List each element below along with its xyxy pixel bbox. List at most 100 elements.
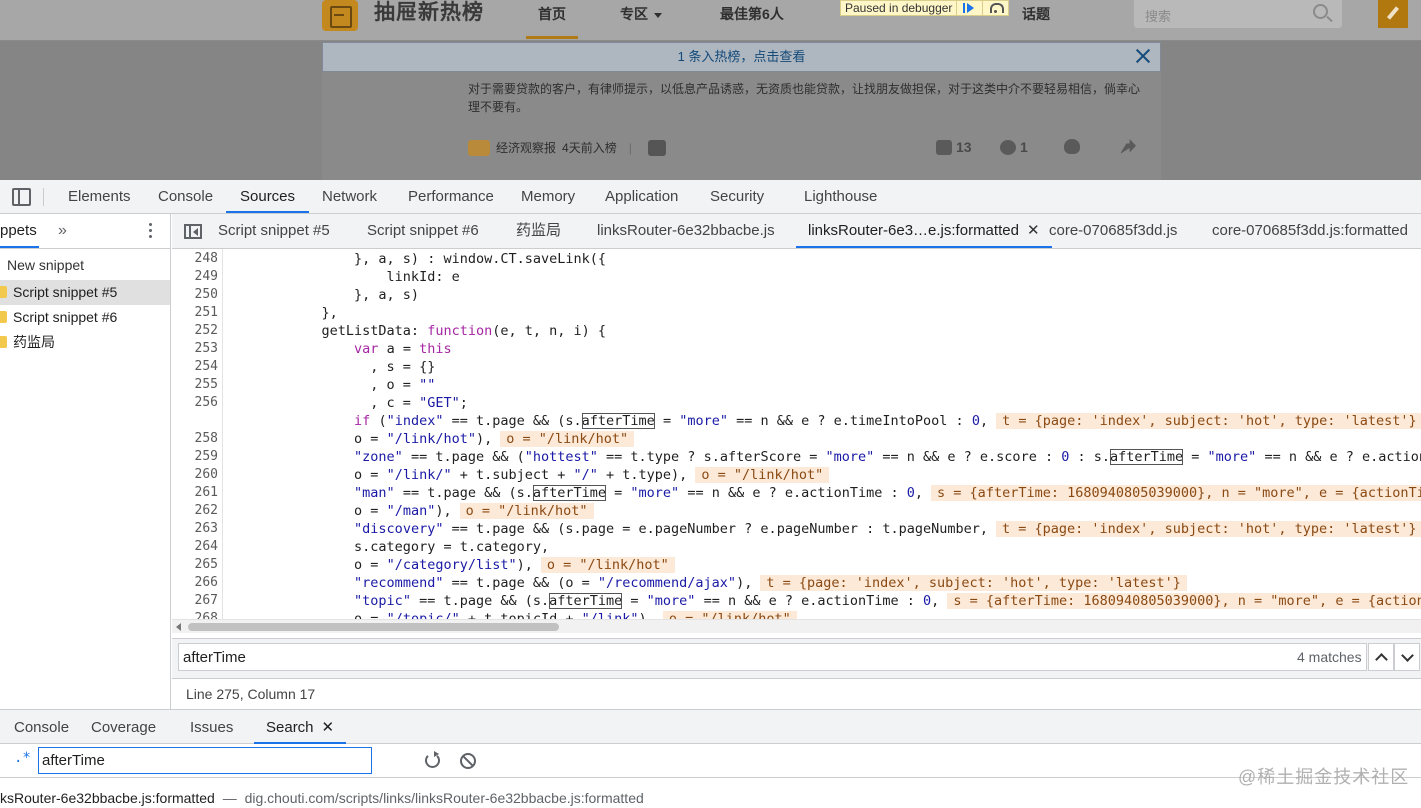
site-search-input[interactable]: 搜索	[1134, 0, 1342, 28]
file-tab[interactable]: linksRouter-6e32bbacbe.js	[597, 214, 775, 248]
line-number[interactable]: 255	[172, 376, 220, 394]
tab-network[interactable]: Network	[322, 180, 377, 213]
line-number[interactable]: 256	[172, 394, 220, 412]
line-number[interactable]: 251	[172, 304, 220, 322]
site-logo-icon[interactable]	[322, 0, 358, 31]
navigator-tab-snippets[interactable]: ppets	[0, 214, 39, 248]
file-tab[interactable]: Script snippet #5	[218, 214, 330, 248]
tab-console[interactable]: Console	[158, 180, 213, 213]
file-tab[interactable]: 药监局	[516, 214, 561, 248]
line-number[interactable]: 265	[172, 556, 220, 574]
line-number[interactable]: 259	[172, 448, 220, 466]
snippet-item[interactable]: Script snippet #6	[0, 305, 170, 330]
step-over-icon[interactable]	[982, 1, 1008, 15]
more-options-icon[interactable]	[149, 223, 152, 239]
site-name[interactable]: 抽屉新热榜	[374, 0, 484, 26]
code-line[interactable]: getListData: function(e, t, n, i) {	[224, 322, 607, 340]
tab-lighthouse[interactable]: Lighthouse	[804, 180, 877, 213]
feed-item-text[interactable]: 对于需要贷款的客户，有律师提示，以低息产品诱惑，无资质也能贷款，让找朋友做担保，…	[468, 80, 1148, 116]
code-view[interactable]: 248 249 250 251 252 253 254 255 256 257 258 259 260 2…	[172, 249, 1421, 619]
code-line[interactable]: , o = ""	[224, 376, 435, 394]
drawer-tab-coverage[interactable]: Coverage	[91, 710, 156, 744]
code-line[interactable]: "zone" == t.page && ("hottest" == t.type…	[224, 448, 1421, 466]
file-tab-active[interactable]: linksRouter-6e3…e.js:formatted ✕	[796, 214, 1052, 248]
line-number[interactable]: 262	[172, 502, 220, 520]
code-line[interactable]: , c = "GET";	[224, 394, 468, 412]
chevron-up-icon[interactable]	[1368, 643, 1394, 671]
regex-toggle[interactable]: .*	[14, 750, 31, 766]
nav-item-best[interactable]: 最佳第6人	[720, 4, 784, 24]
feed-source[interactable]: 经济观察报	[496, 139, 556, 156]
tab-application[interactable]: Application	[605, 180, 678, 213]
find-input[interactable]	[178, 643, 1367, 671]
tab-sources[interactable]: Sources	[226, 180, 310, 213]
comment-button[interactable]: 1	[1000, 139, 1028, 155]
horizontal-scrollbar[interactable]	[172, 619, 1421, 633]
tab-elements[interactable]: Elements	[68, 180, 131, 213]
chevron-down-icon[interactable]	[1394, 643, 1420, 671]
line-number[interactable]: 267	[172, 592, 220, 610]
line-number[interactable]: 248	[172, 250, 220, 268]
tab-memory[interactable]: Memory	[521, 180, 575, 213]
code-line[interactable]: "discovery" == t.page && (s.page = e.pag…	[224, 520, 1421, 538]
drawer-tab-issues[interactable]: Issues	[190, 710, 233, 744]
line-number[interactable]: 254	[172, 358, 220, 376]
code-line[interactable]: var a = this	[224, 340, 452, 358]
file-tab[interactable]: core-070685f3dd.js	[1049, 214, 1177, 248]
close-tab-icon[interactable]: ✕	[1027, 222, 1040, 239]
file-tab[interactable]: Script snippet #6	[367, 214, 479, 248]
file-tab[interactable]: core-070685f3dd.js:formatted	[1212, 214, 1408, 248]
line-number[interactable]: 261	[172, 484, 220, 502]
global-search-input[interactable]	[38, 747, 372, 774]
banner-text[interactable]: 1 条入热榜，点击查看	[678, 49, 806, 64]
line-number[interactable]: 268	[172, 610, 220, 619]
code-line[interactable]: o = "/man"), o = "/link/hot"	[224, 502, 594, 520]
code-line[interactable]: , s = {}	[224, 358, 435, 376]
code-line[interactable]: }, a, s)	[224, 286, 419, 304]
code-line[interactable]: o = "/topic/" + t.topicId + "/link"), o =…	[224, 610, 797, 619]
close-tab-icon[interactable]: ✕	[322, 719, 335, 736]
scroll-left-arrow-icon[interactable]	[176, 623, 181, 631]
code-line[interactable]: o = "/link/hot"), o = "/link/hot"	[224, 430, 635, 448]
drawer-tab-console[interactable]: Console	[14, 710, 69, 744]
device-toolbar-icon[interactable]	[12, 188, 31, 206]
code-line[interactable]: linkId: e	[224, 268, 460, 286]
more-tabs-icon[interactable]: »	[58, 222, 67, 240]
breakpoint-line-number[interactable]: 257	[172, 412, 220, 430]
clear-icon[interactable]	[460, 753, 476, 769]
line-number[interactable]: 266	[172, 574, 220, 592]
code-line[interactable]: o = "/category/list"), o = "/link/hot"	[224, 556, 675, 574]
favorite-button[interactable]	[1064, 139, 1084, 154]
snippet-item[interactable]: Script snippet #5	[0, 280, 170, 305]
line-number[interactable]: 260	[172, 466, 220, 484]
pencil-icon[interactable]	[1378, 0, 1408, 28]
like-button[interactable]: 13	[936, 139, 972, 155]
code-line[interactable]: if ("index" == t.page && (s.afterTime = …	[224, 412, 1421, 430]
tab-performance[interactable]: Performance	[408, 180, 494, 213]
nav-item-home[interactable]: 首页	[538, 4, 566, 24]
code-line[interactable]: "recommend" == t.page && (o = "/recommen…	[224, 574, 1187, 592]
code-line[interactable]: "topic" == t.page && (s.afterTime = "mor…	[224, 592, 1421, 610]
cursor-position[interactable]: Line 275, Column 17	[186, 686, 315, 702]
nav-item-topic[interactable]: 话题	[1022, 4, 1050, 24]
line-number[interactable]: 258	[172, 430, 220, 448]
drawer-tab-search[interactable]: Search ✕	[254, 710, 347, 744]
line-number[interactable]: 249	[172, 268, 220, 286]
resume-icon[interactable]	[956, 1, 982, 15]
refresh-icon[interactable]	[425, 751, 440, 768]
new-snippet-button[interactable]: New snippet	[0, 249, 170, 280]
line-number[interactable]: 250	[172, 286, 220, 304]
line-number[interactable]: 263	[172, 520, 220, 538]
new-hot-banner[interactable]: 1 条入热榜，点击查看	[322, 42, 1161, 72]
search-icon[interactable]	[1313, 4, 1328, 19]
tag-icon[interactable]	[647, 139, 666, 156]
code-line[interactable]: o = "/link/" + t.subject + "/" + t.type)…	[224, 466, 830, 484]
toggle-navigator-icon[interactable]	[184, 224, 202, 239]
code-line[interactable]: "man" == t.page && (s.afterTime = "more"…	[224, 484, 1421, 502]
code-lines[interactable]: }, a, s) : window.CT.saveLink({ linkId: …	[224, 249, 1421, 619]
snippet-item[interactable]: 药监局	[0, 330, 170, 355]
search-result-file[interactable]: ksRouter-6e32bbacbe.js:formatted — dig.c…	[0, 778, 1421, 808]
tab-security[interactable]: Security	[710, 180, 764, 213]
close-icon[interactable]	[1133, 46, 1153, 66]
line-number-gutter[interactable]: 248 249 250 251 252 253 254 255 256 257 258 259 260 2…	[172, 249, 223, 619]
